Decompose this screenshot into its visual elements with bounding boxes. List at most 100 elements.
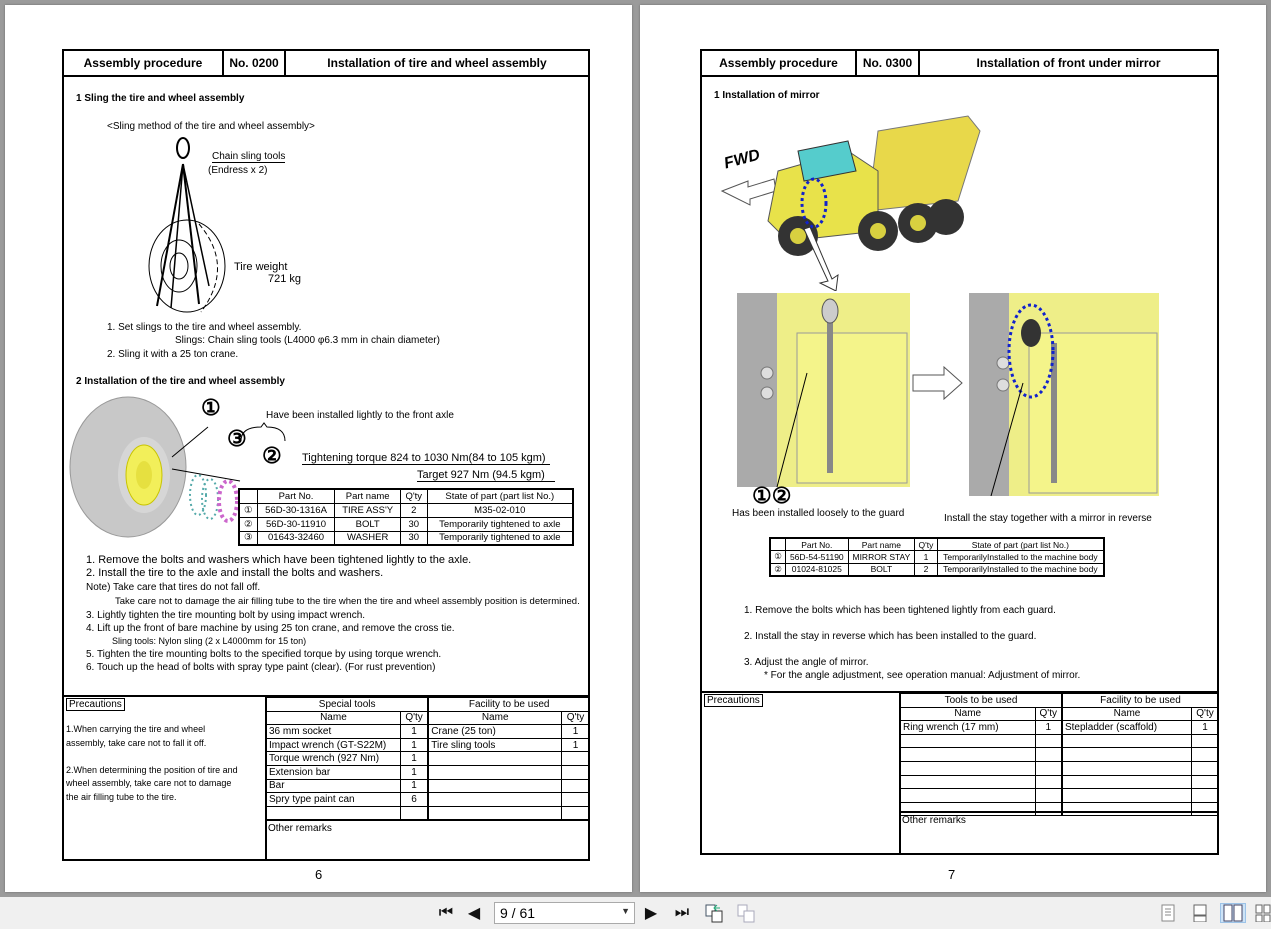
tire-wheel-image bbox=[69, 396, 241, 538]
tools-row: Extension bar 1 bbox=[266, 764, 590, 780]
procedure-type: Assembly procedure bbox=[702, 51, 857, 75]
cell-state: Temporarily tightened to axle bbox=[426, 516, 574, 532]
cell-state: Temporarily tightened to axle bbox=[426, 530, 574, 546]
mirror-after-photo bbox=[969, 293, 1159, 496]
precaution-text: wheel assembly, take care not to damage bbox=[66, 778, 232, 789]
facility-qty: 1 bbox=[561, 724, 590, 739]
tool-name: Bar bbox=[266, 778, 401, 794]
col-mark bbox=[769, 537, 787, 551]
precaution-text: assembly, take care not to fall it off. bbox=[66, 737, 207, 748]
cell-mark: ① bbox=[769, 550, 787, 564]
tool-qty bbox=[399, 805, 429, 821]
cell-qty: 30 bbox=[399, 530, 428, 546]
previous-page-button[interactable]: ◀ bbox=[466, 903, 482, 923]
continuous-facing-view-button[interactable] bbox=[1254, 903, 1271, 923]
tools-title-row: Special tools Facility to be used bbox=[266, 697, 591, 712]
facility-name: Stepladder (scaffold) bbox=[1060, 720, 1193, 735]
cell-part-no: 01643-32460 bbox=[256, 530, 336, 546]
step-text: * For the angle adjustment, see operatio… bbox=[764, 670, 1081, 681]
step-text: 6. Touch up the head of bolts with spray… bbox=[86, 662, 436, 673]
step-text: 1. Set slings to the tire and wheel asse… bbox=[107, 322, 302, 333]
target-torque: Target 927 Nm (94.5 kgm) bbox=[417, 469, 555, 482]
go-back-view-button[interactable] bbox=[703, 903, 725, 923]
col-qty: Q'ty bbox=[1034, 706, 1063, 722]
tool-name bbox=[900, 747, 1036, 762]
cell-qty: 2 bbox=[914, 562, 938, 576]
parts-row: ② 01024-81025 BOLT 2 TemporarilyInstalled to… bbox=[769, 562, 1105, 576]
tools-header-row: Name Q'ty Name Q'ty bbox=[900, 706, 1219, 722]
parts-table: Part No. Part name Q'ty State of part (p… bbox=[238, 488, 574, 546]
cell-name: WASHER bbox=[334, 530, 401, 546]
page-number-select[interactable]: 9 / 61 ▼ bbox=[494, 902, 635, 924]
cell-part-no: 56D-54-51190 bbox=[785, 550, 849, 564]
tool-qty: 1 bbox=[399, 778, 429, 794]
last-page-icon: ⏭ bbox=[674, 904, 690, 921]
tools-title: Tools to be used bbox=[899, 693, 1063, 708]
tools-row: Bar 1 bbox=[266, 778, 590, 794]
continuous-view-button[interactable] bbox=[1190, 903, 1210, 923]
mirror-before-photo bbox=[737, 293, 910, 487]
tools-row: Spry type paint can 6 bbox=[266, 792, 590, 807]
go-forward-view-button[interactable] bbox=[735, 903, 757, 923]
step-text: 3. Lightly tighten the tire mounting bol… bbox=[86, 610, 366, 621]
facility-qty bbox=[1191, 774, 1219, 790]
col-mark bbox=[238, 488, 258, 504]
sheet-header: Assembly procedure No. 0300 Installation… bbox=[702, 51, 1217, 77]
precaution-text: 2.When determining the position of tire … bbox=[66, 764, 238, 775]
procedure-title: Installation of front under mirror bbox=[976, 56, 1161, 70]
section-title: 1 Sling the tire and wheel assembly bbox=[76, 93, 245, 104]
tools-table: Special tools Facility to be used Name Q'ty… bbox=[266, 697, 591, 821]
caption-left: Has been installed loosely to the guard bbox=[732, 508, 905, 519]
tools-row bbox=[900, 788, 1219, 803]
section-title: 1 Installation of mirror bbox=[714, 90, 820, 101]
note-text: Note) Take care that tires do not fall o… bbox=[86, 582, 261, 593]
next-page-button[interactable]: ▶ bbox=[643, 903, 659, 923]
tool-qty: 1 bbox=[399, 751, 429, 766]
col-qty: Q'ty bbox=[399, 710, 429, 726]
step-text: 1. Remove the bolts and washers which ha… bbox=[86, 554, 472, 566]
parts-row: ② 56D-30-11910 BOLT 30 Temporarily tightened… bbox=[238, 516, 574, 532]
col-name: Name bbox=[1060, 706, 1193, 722]
tools-row: 36 mm socket 1 Crane (25 ton) 1 bbox=[266, 724, 590, 739]
caption-right: Install the stay together with a mirror … bbox=[944, 513, 1152, 524]
parts-row: ① 56D-54-51190 MIRROR STAY 1 TemporarilyInst… bbox=[769, 550, 1105, 564]
tool-name: Torque wrench (927 Nm) bbox=[266, 751, 401, 766]
cell-qty: 1 bbox=[914, 550, 938, 564]
chevron-down-icon: ▼ bbox=[621, 906, 630, 916]
tool-name: Extension bar bbox=[266, 764, 401, 780]
callout-1: ① bbox=[201, 395, 221, 420]
last-page-button[interactable]: ⏭ bbox=[672, 903, 692, 923]
tool-name bbox=[900, 733, 1036, 749]
sheet-header: Assembly procedure No. 0200 Installation… bbox=[64, 51, 588, 77]
facing-pages-icon bbox=[1223, 904, 1243, 922]
facility-name bbox=[427, 792, 563, 807]
first-page-button[interactable]: ⏮ bbox=[436, 903, 456, 923]
col-part-no: Part No. bbox=[256, 488, 336, 504]
tool-name bbox=[900, 774, 1036, 790]
brace-icon bbox=[240, 422, 286, 442]
tools-row bbox=[900, 760, 1219, 776]
facing-view-button[interactable] bbox=[1220, 903, 1246, 923]
tools-row: Torque wrench (927 Nm) 1 bbox=[266, 751, 590, 766]
tools-row bbox=[900, 733, 1219, 749]
tool-name: Ring wrench (17 mm) bbox=[900, 720, 1036, 735]
facility-name bbox=[427, 778, 563, 794]
precautions-list: 1.When carrying the tire and wheel assem… bbox=[66, 723, 238, 805]
callout-2: ② bbox=[262, 443, 282, 468]
section-title: 2 Installation of the tire and wheel ass… bbox=[76, 376, 285, 387]
single-page-view-button[interactable] bbox=[1158, 903, 1178, 923]
col-part-no: Part No. bbox=[785, 537, 849, 551]
label-endress: (Endress x 2) bbox=[208, 165, 268, 176]
cell-state: M35-02-010 bbox=[426, 502, 574, 518]
step-text: Slings: Chain sling tools (L4000 φ6.3 mm… bbox=[175, 335, 440, 346]
procedure-sheet: Assembly procedure No. 0200 Installation… bbox=[62, 49, 591, 861]
facility-name bbox=[1060, 733, 1193, 749]
tools-row: Impact wrench (GT-S22M) 1 Tire sling tools… bbox=[266, 737, 590, 753]
col-state: State of part (part list No.) bbox=[426, 488, 574, 504]
col-qty: Q'ty bbox=[399, 488, 428, 504]
facility-name bbox=[427, 764, 563, 780]
tool-qty: 1 bbox=[399, 737, 429, 753]
parts-table: Part No. Part name Q'ty State of part (p… bbox=[769, 537, 1105, 577]
page-number: 7 bbox=[948, 867, 956, 882]
cell-part-no: 01024-81025 bbox=[785, 562, 849, 576]
